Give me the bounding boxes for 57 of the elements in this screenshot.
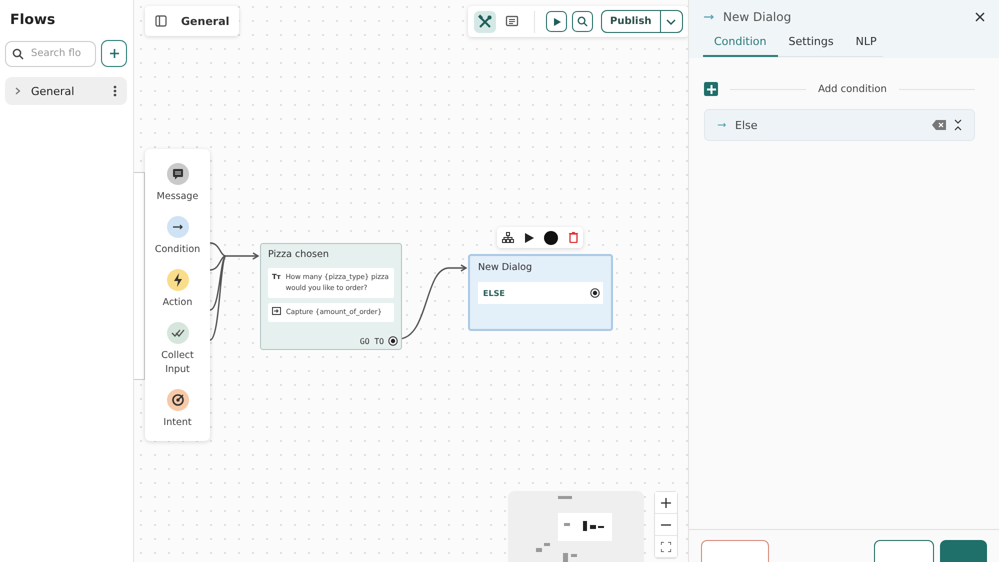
chevron-icon xyxy=(15,87,21,95)
arrow-icon xyxy=(717,122,727,128)
flow-tab[interactable]: General xyxy=(145,6,240,36)
condition-icon[interactable] xyxy=(166,216,188,238)
capture-icon xyxy=(272,307,281,315)
play-button[interactable] xyxy=(546,11,567,32)
goto-label: GO TO xyxy=(360,336,384,346)
sidebar-toggle-icon xyxy=(155,15,167,27)
panel-tab[interactable]: Settings xyxy=(778,33,845,57)
search-icon xyxy=(577,16,588,27)
panel-tab[interactable]: NLP xyxy=(844,33,888,57)
condition-row[interactable]: Else xyxy=(704,109,975,141)
minimap[interactable] xyxy=(508,491,644,562)
tools-icon xyxy=(477,14,493,30)
node-type-label: Collect Input xyxy=(160,349,195,377)
plus-icon xyxy=(661,498,671,508)
add-condition-label: Add condition xyxy=(818,84,887,94)
node-type-label: Intent xyxy=(162,416,193,430)
tools-button[interactable] xyxy=(474,10,496,32)
close-icon[interactable] xyxy=(975,12,985,22)
circle-icon[interactable] xyxy=(544,230,558,244)
fit-view-icon xyxy=(661,542,671,552)
plus-icon xyxy=(108,48,120,59)
zoom-in-button[interactable] xyxy=(655,492,677,514)
collect-icon[interactable] xyxy=(166,322,188,344)
play-icon[interactable] xyxy=(524,232,534,242)
node-title: New Dialog xyxy=(478,262,533,273)
message-icon[interactable] xyxy=(166,163,188,185)
action-icon[interactable] xyxy=(166,269,188,291)
port-icon[interactable] xyxy=(388,336,398,346)
flow-item[interactable]: General xyxy=(5,77,127,105)
node-type-label: Action xyxy=(162,296,194,310)
delete-button[interactable] xyxy=(701,540,769,562)
condition-row[interactable]: ELSE xyxy=(478,282,603,304)
search-field[interactable]: Search flo xyxy=(5,40,96,66)
panel-tab[interactable]: Condition xyxy=(703,33,778,57)
flow-node[interactable]: New Dialog ELSE xyxy=(468,254,613,331)
intent-icon[interactable] xyxy=(166,389,188,411)
node-type-label: Condition xyxy=(154,243,202,257)
add-condition-button[interactable] xyxy=(704,82,718,96)
arrow-icon xyxy=(703,14,715,20)
clear-icon[interactable] xyxy=(932,120,946,130)
node-type-label: Message xyxy=(156,190,200,204)
more-icon[interactable] xyxy=(113,85,117,97)
comment-icon xyxy=(505,14,519,28)
port-icon[interactable] xyxy=(590,288,600,298)
collapse-icon[interactable] xyxy=(954,119,962,131)
search-button[interactable] xyxy=(572,11,593,32)
cancel-button[interactable] xyxy=(874,540,934,562)
add-flow-button[interactable] xyxy=(101,40,127,67)
sidebar-title: Flows xyxy=(9,12,56,28)
hierarchy-icon[interactable] xyxy=(502,232,514,243)
node-title: Pizza chosen xyxy=(268,249,330,260)
delete-icon[interactable] xyxy=(568,232,578,243)
caret-icon xyxy=(666,18,676,24)
play-icon xyxy=(552,16,562,26)
panel-title: New Dialog xyxy=(723,10,792,24)
